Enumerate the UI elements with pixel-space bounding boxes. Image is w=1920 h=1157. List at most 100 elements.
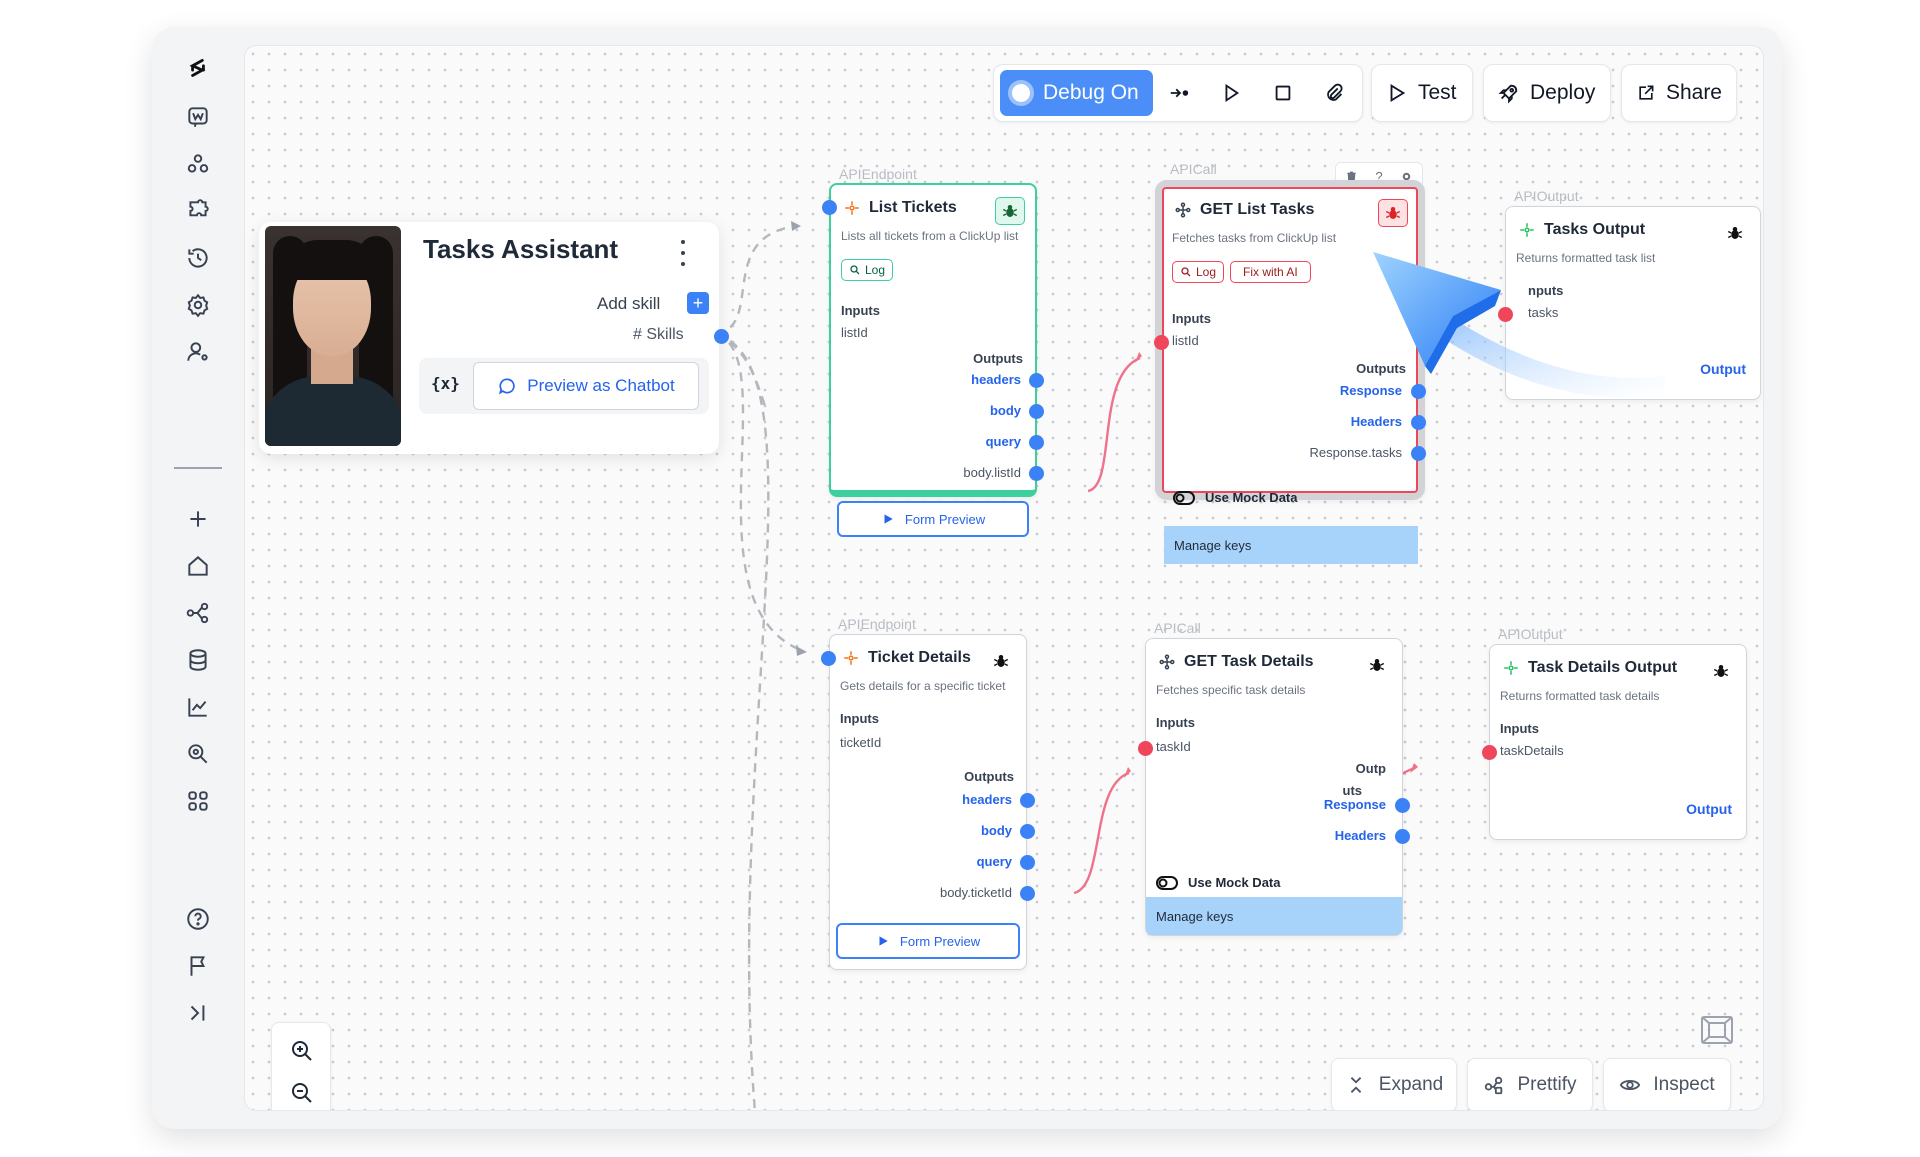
output-port-response[interactable] <box>1395 798 1410 813</box>
use-mock-data-label: Use Mock Data <box>1188 875 1281 890</box>
debug-bug-button[interactable] <box>1720 219 1750 247</box>
skills-port[interactable] <box>714 329 729 344</box>
play-icon[interactable] <box>1205 70 1257 116</box>
agents-icon[interactable] <box>174 140 222 188</box>
debug-bug-button[interactable] <box>1706 657 1736 685</box>
search-key-icon[interactable] <box>174 730 222 778</box>
logo-icon[interactable] <box>174 45 222 93</box>
output-port-response-tasks[interactable] <box>1411 446 1426 461</box>
form-preview-button[interactable]: Form Preview <box>836 923 1020 959</box>
database-icon[interactable] <box>174 636 222 684</box>
deploy-label: Deploy <box>1530 81 1596 104</box>
output-port-body-ticketid[interactable] <box>1020 886 1035 901</box>
input-port-taskdetails[interactable] <box>1482 745 1497 760</box>
variables-button[interactable]: {x} <box>431 374 460 393</box>
prettify-label: Prettify <box>1517 1074 1577 1095</box>
node-list-tickets[interactable]: APIEndpoint List Tickets Lists all ticke… <box>822 166 1044 537</box>
input-port-tasks[interactable] <box>1498 307 1513 322</box>
debug-bug-button[interactable] <box>986 647 1016 675</box>
workflow-canvas[interactable]: Debug On Test Deploy Share Tasks Assista… <box>244 45 1764 1111</box>
log-button[interactable]: Log <box>841 259 894 281</box>
prettify-button[interactable]: Prettify <box>1467 1058 1593 1110</box>
help-icon[interactable] <box>174 895 222 943</box>
fit-view-icon[interactable] <box>1699 1014 1735 1046</box>
output-port-query[interactable] <box>1020 855 1035 870</box>
manage-keys-bar[interactable]: Manage keys <box>1146 897 1402 935</box>
node-type-label: APIEndpoint <box>838 616 916 632</box>
fix-with-ai-button[interactable]: Fix with AI <box>1230 261 1311 283</box>
output-port-headers[interactable] <box>1029 373 1044 388</box>
input-port-taskid[interactable] <box>1138 741 1153 756</box>
home-icon[interactable] <box>174 542 222 590</box>
node-type-label: APIOutput <box>1498 626 1563 642</box>
debug-toggle-button[interactable]: Debug On <box>1000 70 1153 116</box>
manage-keys-bar[interactable]: Manage keys <box>1164 526 1418 564</box>
node-get-task-details[interactable]: APICall GET Task Details Fetches specifi… <box>1138 620 1410 936</box>
debug-toggle-knob <box>1008 80 1034 106</box>
node-task-details-output[interactable]: APIOutput Task Details Output Returns fo… <box>1482 626 1747 840</box>
apps-grid-icon[interactable] <box>174 777 222 825</box>
settings-icon[interactable] <box>174 281 222 329</box>
agent-card[interactable]: Tasks Assistant Add skill + # Skills {x}… <box>259 222 729 454</box>
wire-skills-branch <box>715 332 767 407</box>
test-button[interactable]: Test <box>1371 64 1473 122</box>
history-icon[interactable] <box>174 234 222 282</box>
agent-avatar <box>265 226 401 446</box>
deploy-button[interactable]: Deploy <box>1483 64 1611 122</box>
output-port-headers[interactable] <box>1020 793 1035 808</box>
more-options-icon[interactable] <box>677 240 689 266</box>
use-mock-data-toggle[interactable]: Use Mock Data <box>1156 875 1280 890</box>
node-tasks-output[interactable]: APIOutput Tasks Output Returns formatted… <box>1498 188 1761 400</box>
node-get-list-tasks[interactable]: APICall GET List Tasks Fetches tasks fro… <box>1154 161 1426 500</box>
agent-actions: {x} Preview as Chatbot <box>419 358 709 414</box>
attachment-icon[interactable] <box>1309 70 1361 116</box>
search-icon <box>1181 267 1191 277</box>
output-port-query[interactable] <box>1029 435 1044 450</box>
output-port-headers[interactable] <box>1411 415 1426 430</box>
output-response-tasks: Response.tasks <box>1309 445 1403 460</box>
expand-label: Expand <box>1378 1074 1444 1095</box>
output-port-body[interactable] <box>1020 824 1035 839</box>
analytics-icon[interactable] <box>174 683 222 731</box>
expand-button[interactable]: Expand <box>1331 1058 1457 1110</box>
bug-icon <box>1369 659 1385 671</box>
use-mock-data-toggle[interactable]: Use Mock Data <box>1173 490 1297 505</box>
output-response: Response <box>1339 383 1402 398</box>
inputs-heading: Inputs <box>1500 721 1539 736</box>
inspect-button[interactable]: Inspect <box>1603 1058 1731 1110</box>
flag-icon[interactable] <box>174 942 222 990</box>
add-skill-button[interactable]: + <box>687 292 709 314</box>
stop-icon[interactable] <box>1257 70 1309 116</box>
debug-bug-button[interactable] <box>995 197 1025 225</box>
zoom-out-icon[interactable] <box>286 1077 318 1109</box>
zoom-in-icon[interactable] <box>286 1035 318 1067</box>
input-port-listid[interactable] <box>1154 335 1169 350</box>
output-port-headers[interactable] <box>1395 829 1410 844</box>
collapse-arrows-icon <box>1350 1077 1361 1093</box>
form-preview-button[interactable]: Form Preview <box>837 501 1029 537</box>
log-button[interactable]: Log <box>1172 261 1225 283</box>
wire-skills-ticket-details <box>715 332 804 653</box>
debug-bug-button[interactable] <box>1378 199 1408 227</box>
plugin-icon[interactable] <box>174 187 222 235</box>
debug-bug-button[interactable] <box>1362 651 1392 679</box>
output-port-response[interactable] <box>1411 384 1426 399</box>
workflow-icon[interactable] <box>174 589 222 637</box>
input-port[interactable] <box>821 651 836 666</box>
input-port[interactable] <box>822 200 837 215</box>
bug-icon <box>1385 207 1401 219</box>
node-ticket-details[interactable]: APIEndpoint Ticket Details Gets details … <box>821 616 1035 970</box>
agent-name: Tasks Assistant <box>423 234 619 264</box>
output-port-body[interactable] <box>1029 404 1044 419</box>
share-button[interactable]: Share <box>1621 64 1737 122</box>
inputs-heading: Inputs <box>841 303 880 318</box>
preview-chatbot-button[interactable]: Preview as Chatbot <box>473 362 699 410</box>
workspace-icon[interactable] <box>174 93 222 141</box>
add-icon[interactable] <box>174 495 222 543</box>
user-settings-icon[interactable] <box>174 328 222 376</box>
expand-sidebar-icon[interactable] <box>174 989 222 1037</box>
outputs-heading: Outputs <box>1356 361 1406 376</box>
output-query: query <box>976 854 1012 869</box>
step-over-icon[interactable] <box>1153 70 1205 116</box>
output-port-body-listid[interactable] <box>1029 466 1044 481</box>
